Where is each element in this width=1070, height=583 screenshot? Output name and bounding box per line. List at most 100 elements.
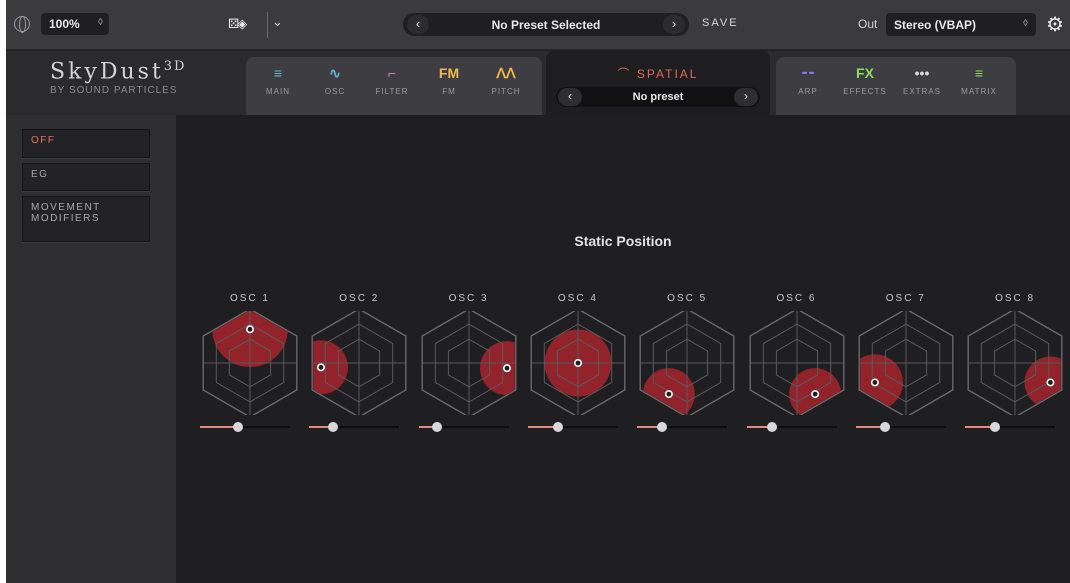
position-handle[interactable] [665,390,674,399]
slider-knob[interactable] [552,422,563,432]
zoom-selector[interactable]: 100% ◊ [41,13,109,35]
spread-slider[interactable] [527,421,618,433]
filter-icon: ⌐ [387,65,397,81]
spread-slider[interactable] [746,421,837,433]
main-panel: Static Position OSC 1 OSC 2 OSC 3 OSC 4 OSC … [176,115,1070,583]
position-radar[interactable] [303,311,415,415]
output-label: Out [858,17,878,31]
spread-slider[interactable] [965,421,1056,433]
next-preset-button[interactable]: › [663,15,685,34]
output-select[interactable]: Stereo (VBAP) ◊ [886,13,1036,36]
oscillator-panel: OSC 1 [200,293,300,432]
slider-knob[interactable] [989,422,1000,432]
position-radar[interactable] [850,311,962,415]
top-bar: 100% ◊ ⚄◈ ⌄ No Preset Selected ‹ › SAVE … [6,0,1070,50]
tab-label: OSC [324,87,346,96]
position-radar[interactable] [631,311,743,415]
sidebar-item-movement-modifiers[interactable]: MOVEMENT MODIFIERS [22,196,150,242]
position-radar[interactable] [522,311,634,415]
oscillator-panel: OSC 4 [527,293,628,432]
spread-slider[interactable] [855,421,946,433]
position-handle[interactable] [870,378,879,387]
tab-osc[interactable]: ∿ OSC [307,65,363,96]
sidebar: OFF EG MOVEMENT MODIFIERS [6,115,176,583]
nav-group-left: ≡ MAIN ∿ OSC ⌐ FILTER FM FM ᐱᐱ PITCH [246,57,542,115]
tab-label: EFFECTS [843,87,887,96]
osc-label: OSC 7 [885,293,926,304]
sidebar-item-off[interactable]: OFF [22,129,150,158]
tab-fm[interactable]: FM FM [421,65,477,96]
tab-label: MATRIX [961,87,997,96]
oscillator-panel: OSC 2 [309,293,409,432]
preset-name[interactable]: No Preset Selected [403,18,689,32]
save-button[interactable]: SAVE [702,17,739,29]
logo-subtitle: BY SOUND PARTICLES [50,85,178,96]
tab-extras[interactable]: ••• EXTRAS [894,65,950,96]
logo-superscript: 3D [163,59,187,74]
tab-matrix[interactable]: ≡ MATRIX [951,65,1007,96]
spatial-title: ⌒ SPATIAL [546,65,770,82]
position-radar[interactable] [741,311,853,415]
tab-arp[interactable]: ⁃⁃ ARP [780,65,836,96]
osc-label: OSC 4 [557,293,598,304]
slider-knob[interactable] [432,422,443,432]
position-radar[interactable] [959,311,1070,415]
oscillator-panel: OSC 6 [746,293,847,432]
app-window: 100% ◊ ⚄◈ ⌄ No Preset Selected ‹ › SAVE … [6,0,1070,583]
tab-spatial[interactable]: ⌒ SPATIAL No preset ‹ › [546,51,770,115]
sidebar-item-eg[interactable]: EG [22,163,150,191]
zoom-value: 100% [49,17,80,31]
spatial-label: SPATIAL [636,67,699,81]
fm-icon: FM [438,65,460,81]
osc-label: OSC 8 [995,293,1036,304]
prev-preset-button[interactable]: ‹ [407,15,429,34]
position-handle[interactable] [810,390,819,399]
tab-label: ARP [798,87,818,96]
position-radar[interactable] [194,311,306,415]
logo-text: SkyDust [50,59,164,85]
slider-knob[interactable] [880,422,891,432]
position-radar[interactable] [413,311,525,415]
slider-knob[interactable] [327,422,338,432]
spatial-swirl-icon: ⌒ [617,67,632,81]
matrix-icon: ≡ [974,65,984,81]
output-value: Stereo (VBAP) [894,18,977,32]
tab-label: FM [442,87,456,96]
preset-menu-chevron-icon[interactable]: ⌄ [272,14,283,30]
osc-label: OSC 3 [448,293,489,304]
osc-label: OSC 5 [667,293,708,304]
tab-label: MAIN [266,87,290,96]
settings-gear-icon[interactable]: ⚙ [1046,12,1064,37]
spatial-prev-preset-button[interactable]: ‹ [558,88,582,106]
extras-icon: ••• [914,65,930,81]
tab-effects[interactable]: FX EFFECTS [837,65,893,96]
position-handle[interactable] [502,364,511,373]
position-handle[interactable] [1046,378,1055,387]
slider-knob[interactable] [766,422,777,432]
spread-slider[interactable] [309,421,400,433]
spread-slider[interactable] [200,421,290,433]
tab-filter[interactable]: ⌐ FILTER [364,65,420,96]
osc-label: OSC 2 [339,293,380,304]
spread-slider[interactable] [637,421,728,433]
arp-icon: ⁃⁃ [801,65,815,81]
effects-icon: FX [856,65,874,81]
main-icon: ≡ [273,65,283,81]
randomize-dice-icon[interactable]: ⚄◈ [228,16,247,32]
stepper-icon: ◊ [98,17,103,28]
nav-group-right: ⁃⁃ ARP FX EFFECTS ••• EXTRAS ≡ MATRIX [776,57,1016,115]
tab-pitch[interactable]: ᐱᐱ PITCH [478,65,534,96]
header: SkyDust3D BY SOUND PARTICLES ≡ MAIN ∿ OSC ⌐ F… [6,51,1070,115]
spatial-next-preset-button[interactable]: › [734,88,758,106]
spread-slider[interactable] [418,421,509,433]
position-handle[interactable] [573,358,582,367]
position-handle[interactable] [245,325,254,334]
tab-main[interactable]: ≡ MAIN [250,65,306,96]
spatial-preset-name[interactable]: No preset [556,91,760,103]
oscillator-panel: OSC 8 [965,293,1065,432]
position-handle[interactable] [317,363,326,372]
logo: SkyDust3D [50,59,186,84]
slider-knob[interactable] [657,422,668,432]
globe-icon[interactable] [14,16,30,33]
slider-knob[interactable] [232,422,243,432]
